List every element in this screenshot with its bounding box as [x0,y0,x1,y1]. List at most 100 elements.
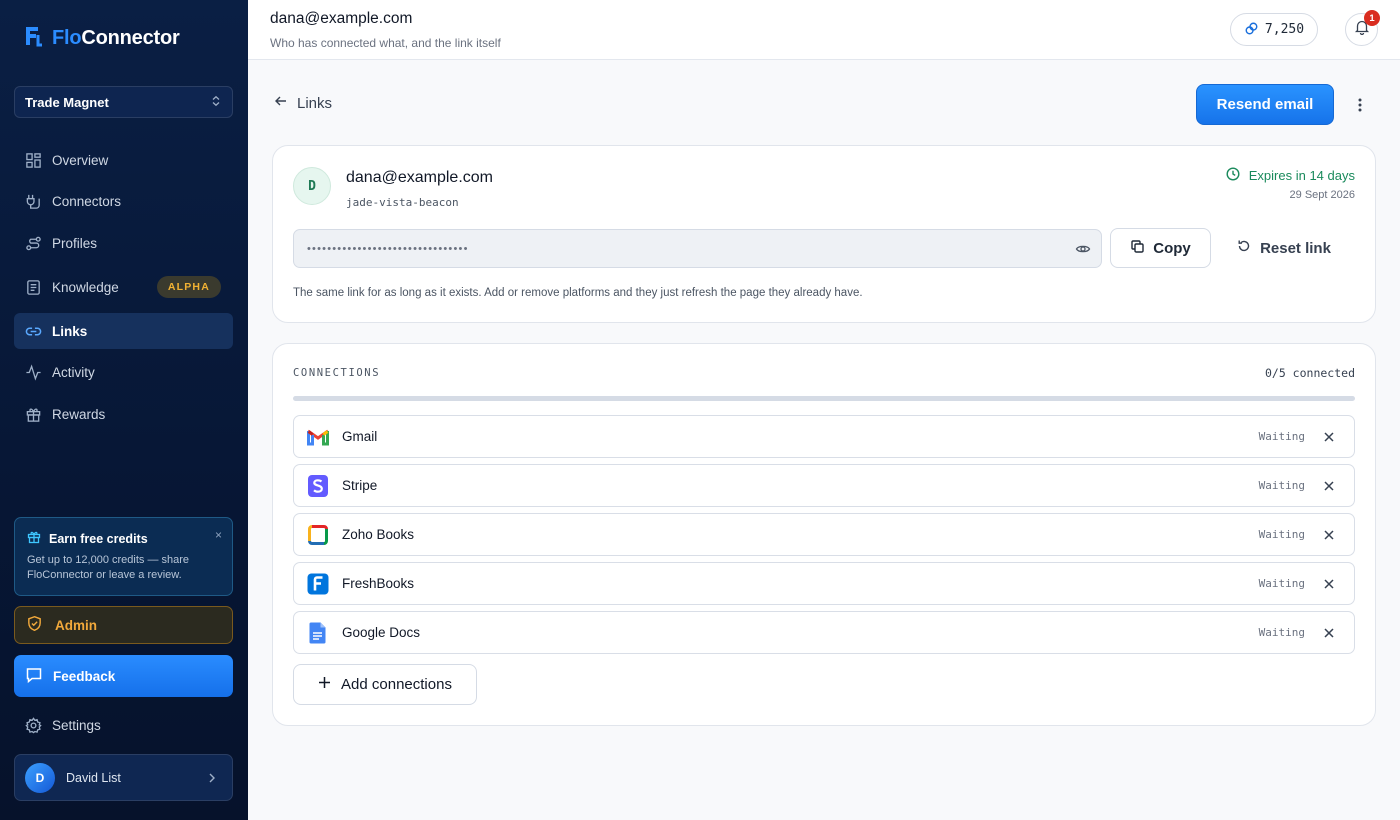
activity-icon [24,363,42,381]
connection-row-gmail[interactable]: Gmail Waiting [293,415,1355,458]
connection-status: Waiting [1258,479,1305,492]
sidebar-item-label: Connectors [52,193,122,209]
back-to-links-link[interactable]: Links [274,94,332,112]
connections-progress-bar [293,396,1355,401]
connection-row-freshbooks[interactable]: FreshBooks Waiting [293,562,1355,605]
close-icon[interactable] [1322,479,1336,493]
add-connections-button[interactable]: Add connections [293,664,477,705]
freshbooks-icon [306,572,330,596]
sidebar-item-label: Rewards [52,406,106,422]
avatar: D [293,167,331,205]
sidebar-item-connectors[interactable]: Connectors [14,183,233,219]
floconnector-logo-icon [24,25,44,52]
back-label: Links [297,94,333,112]
app-name: FloConnector [52,26,180,49]
resend-email-button[interactable]: Resend email [1196,84,1334,125]
close-icon[interactable]: × [215,528,222,542]
sidebar-item-activity[interactable]: Activity [14,354,233,390]
connections-heading: CONNECTIONS [293,367,381,379]
expiry-status: Expires in 14 days [1226,167,1355,184]
gift-icon [24,405,42,423]
notification-badge: 1 [1364,10,1380,26]
coins-icon [1244,21,1265,39]
alpha-badge: ALPHA [156,276,221,298]
close-icon[interactable] [1322,528,1336,542]
connection-row-zoho-books[interactable]: Zoho Books Waiting [293,513,1355,556]
admin-button[interactable]: Admin [14,606,233,644]
sidebar-item-label: Profiles [52,235,98,251]
copy-label: Copy [1153,239,1191,257]
top-bar: dana@example.com Who has connected what,… [248,0,1400,60]
chevron-updown-icon [210,95,222,110]
page-title: dana@example.com [270,10,413,27]
link-icon [24,322,42,340]
eye-icon[interactable] [1075,241,1091,257]
sidebar: FloConnector Trade Magnet Overview Conne… [0,0,248,820]
link-slug: jade-vista-beacon [346,196,459,209]
gear-icon [24,716,42,734]
clock-icon [1226,167,1249,184]
connection-row-stripe[interactable]: Stripe Waiting [293,464,1355,507]
connection-row-google-docs[interactable]: Google Docs Waiting [293,611,1355,654]
feedback-label: Feedback [53,668,116,684]
close-icon[interactable] [1322,626,1336,640]
copy-icon [1130,239,1153,258]
connection-status: Waiting [1258,577,1305,590]
connections-count: 0/5 connected [1264,366,1355,380]
connection-name: Zoho Books [342,527,415,542]
reset-label: Reset link [1260,239,1331,257]
message-icon [25,666,53,687]
connection-name: FreshBooks [342,576,415,591]
sidebar-item-profiles[interactable]: Profiles [14,225,233,261]
user-menu[interactable]: D David List [14,754,233,801]
chevron-right-icon [206,771,218,785]
credits-value: 7,250 [1264,22,1305,37]
credits-card-title: Earn free credits [49,531,148,546]
sidebar-item-label: Overview [52,152,109,168]
user-name: David List [66,770,121,785]
connection-name: Stripe [342,478,378,493]
sidebar-item-overview[interactable]: Overview [14,142,233,178]
connection-name: Google Docs [342,625,421,640]
route-icon [24,234,42,252]
sidebar-item-knowledge[interactable]: Knowledge ALPHA [14,269,233,305]
connection-status: Waiting [1258,528,1305,541]
refresh-icon [1237,239,1260,257]
add-connections-label: Add connections [341,676,452,693]
sidebar-item-links[interactable]: Links [14,313,233,349]
expiry-date: 29 Sept 2026 [1289,189,1355,201]
shield-icon [26,615,55,635]
organization-select[interactable]: Trade Magnet [14,86,233,118]
earn-credits-card[interactable]: Earn free credits Get up to 12,000 credi… [14,517,233,596]
admin-label: Admin [55,617,97,633]
link-url-field[interactable]: •••••••••••••••••••••••••••••••• [293,229,1102,268]
expires-label: Expires in 14 days [1248,168,1355,183]
sidebar-item-settings[interactable]: Settings [14,707,233,743]
more-options-icon[interactable] [1352,96,1368,114]
masked-link: •••••••••••••••••••••••••••••••• [307,242,469,255]
page-subtitle: Who has connected what, and the link its… [270,36,501,50]
gmail-icon [306,425,330,449]
sidebar-item-label: Activity [52,364,95,380]
credits-balance[interactable]: 7,250 [1230,13,1318,46]
connection-name: Gmail [342,429,378,444]
sidebar-item-rewards[interactable]: Rewards [14,396,233,432]
close-icon[interactable] [1322,430,1336,444]
credits-card-body: Get up to 12,000 credits — share FloConn… [27,554,190,581]
feedback-button[interactable]: Feedback [14,655,233,697]
link-details-card: D dana@example.com jade-vista-beacon Exp… [272,145,1376,323]
zoho-books-icon [306,523,330,547]
connection-status: Waiting [1258,626,1305,639]
sidebar-item-label: Links [52,323,88,339]
copy-link-button[interactable]: Copy [1110,228,1211,268]
sidebar-item-label: Knowledge [52,279,119,295]
app-logo[interactable]: FloConnector [24,24,180,52]
arrow-left-icon [274,94,297,112]
reset-link-button[interactable]: Reset link [1229,228,1339,268]
stripe-icon [306,474,330,498]
link-email: dana@example.com [346,169,493,186]
close-icon[interactable] [1322,577,1336,591]
plug-icon [24,192,42,210]
notifications-button[interactable]: 1 [1345,10,1380,46]
book-icon [24,278,42,296]
